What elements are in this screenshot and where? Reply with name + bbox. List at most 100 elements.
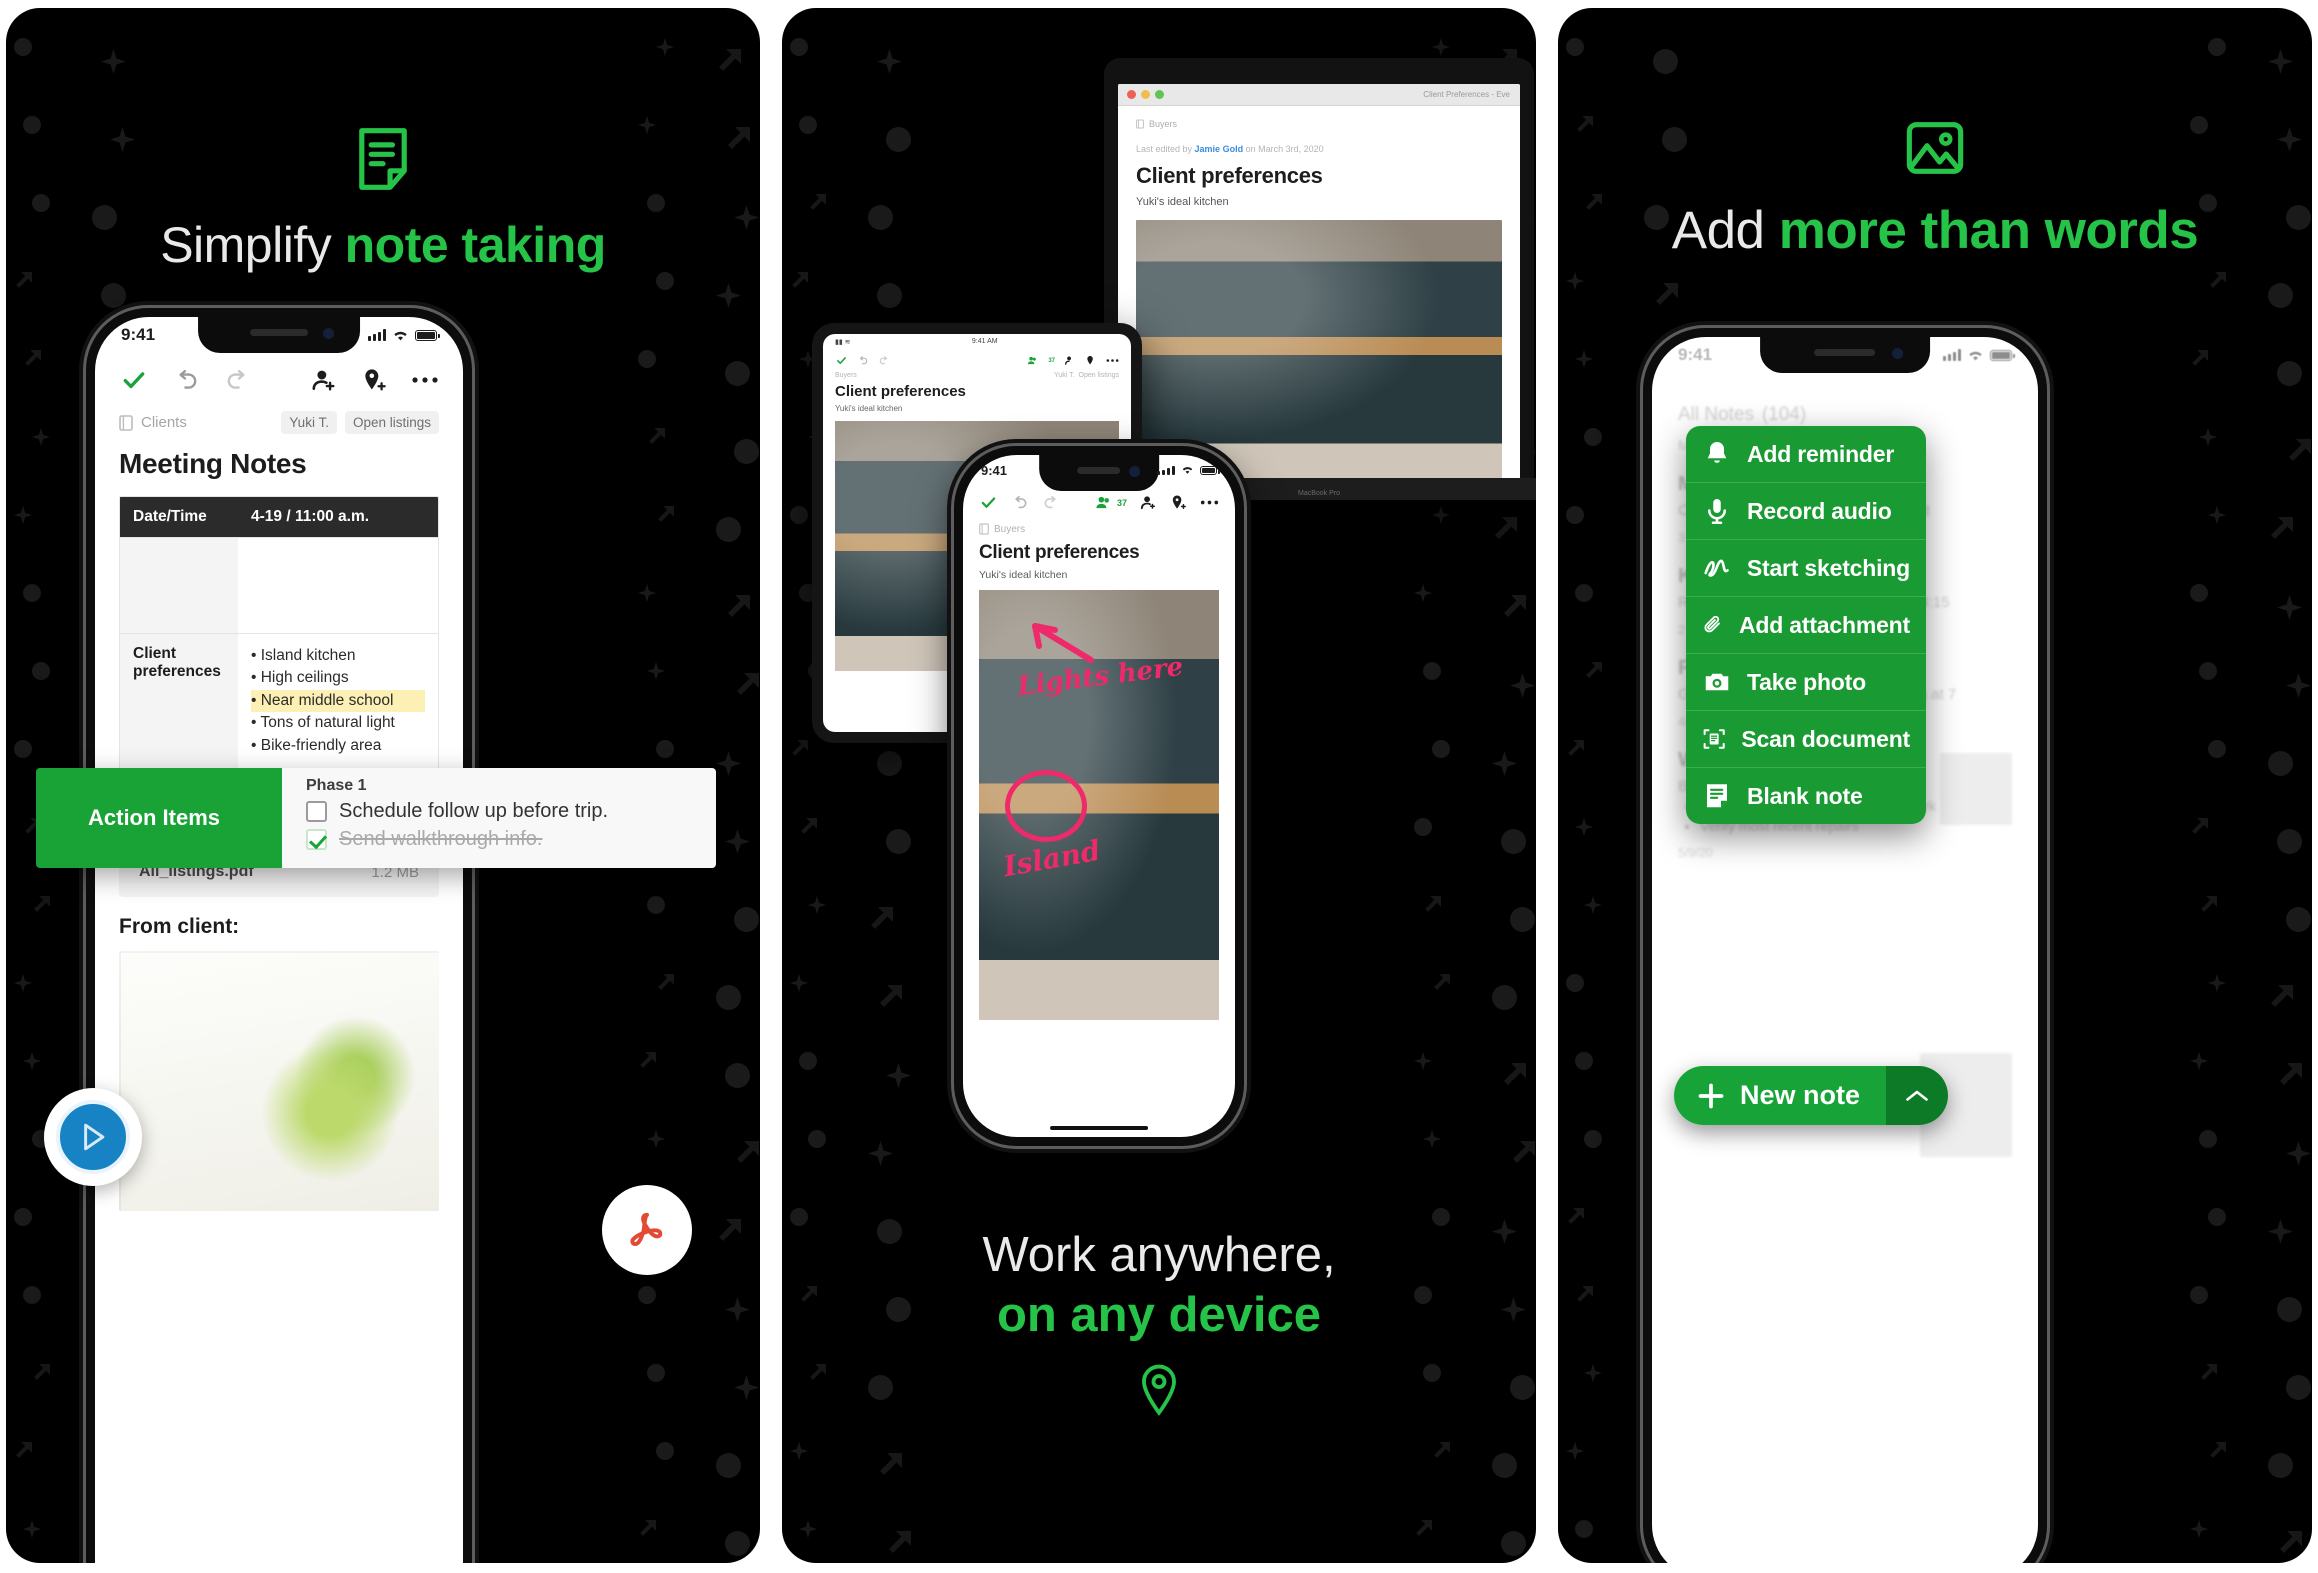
menu-item-label: Record audio [1747,497,1892,524]
checklist-item[interactable]: Schedule follow up before trip. [306,800,716,823]
note-toolbar: 37 [823,349,1131,366]
pattern-dot [656,272,674,290]
close-icon[interactable] [1127,90,1136,99]
status-time: 9:41 AM [971,338,998,345]
chip-0[interactable]: Yuki T. [1054,372,1075,379]
collaborators-icon[interactable] [1026,355,1039,366]
pattern-dia [1584,896,1602,914]
chip-0[interactable]: Yuki T. [281,411,337,434]
adobe-acrobat-badge[interactable] [602,1185,692,1275]
pattern-arw [801,818,817,834]
undo-icon[interactable] [1011,494,1029,511]
page-title: Meeting Notes [119,448,307,479]
panel2-footline: Work anywhere, on any device [782,1226,1536,1423]
chip-1[interactable]: Open listings [1079,372,1119,379]
pattern-arw [737,673,759,695]
pattern-dot [656,740,674,758]
breadcrumb[interactable]: Buyers [963,515,1235,535]
panel1-phone-device: 9:41 Clients Yuki T. Open listings Meeti… [86,308,472,1563]
pattern-dia [2208,506,2226,524]
pattern-dot [14,740,32,758]
author-link[interactable]: Jamie Gold [1195,144,1244,154]
checkbox-checked[interactable] [306,829,327,850]
pattern-dot [2277,829,2302,854]
add-person-icon[interactable] [1064,355,1076,366]
pattern-dia [2199,428,2217,446]
minimize-icon[interactable] [1141,90,1150,99]
pattern-arw [728,595,750,617]
redo-icon[interactable] [224,367,251,393]
undo-icon[interactable] [173,367,200,393]
more-icon[interactable] [1106,358,1119,363]
menu-item-start-sketching[interactable]: Start sketching [1686,540,1926,597]
collaborators-icon[interactable] [1094,494,1113,511]
pattern-dia [1575,818,1593,836]
signal-icon [1157,465,1175,475]
chip-1[interactable]: Open listings [344,411,439,434]
laptop-screen: Client Preferences - Eve Buyers Last edi… [1118,84,1520,488]
checklist-item[interactable]: Send walkthrough info. [306,828,716,851]
menu-item-add-attachment[interactable]: Add attachment [1686,597,1926,654]
menu-item-scan-document[interactable]: Scan document [1686,711,1926,768]
check-icon[interactable] [979,494,998,511]
panel1-headline: Simplify note taking [6,126,760,273]
panel1-headline-text: Simplify note taking [160,217,606,273]
pattern-dia [2190,1052,2208,1070]
pattern-dot [790,38,808,56]
undo-icon[interactable] [857,355,869,366]
image-photo-icon [1906,122,1964,174]
pattern-dia [790,974,808,992]
signal-icon [368,329,386,341]
note-table: Date/Time 4-19 / 11:00 a.m. Client prefe… [119,496,439,770]
menu-item-record-audio[interactable]: Record audio [1686,483,1926,540]
add-tag-icon[interactable] [361,367,387,393]
status-time: 9:41 [121,325,156,344]
wifi-icon [394,331,407,340]
pattern-dot [716,517,741,542]
new-note-main[interactable]: New note [1674,1066,1887,1125]
breadcrumb-label[interactable]: Buyers [835,372,857,379]
more-icon[interactable] [411,375,439,385]
pattern-dot [1501,829,1526,854]
redo-icon[interactable] [878,355,890,366]
breadcrumb[interactable]: Buyers [1136,119,1502,129]
pattern-dia [23,1052,41,1070]
action-items-title: Action Items [36,768,282,868]
add-tag-icon[interactable] [1085,355,1097,366]
menu-item-label: Start sketching [1746,554,1910,581]
add-person-icon[interactable] [1140,494,1157,511]
pattern-dot [716,1453,741,1478]
note-meta: 5/9/20 [1678,846,1713,861]
mac-window-titlebar: Client Preferences - Eve [1118,84,1520,106]
add-person-icon[interactable] [311,367,337,393]
play-audio-button[interactable] [44,1088,142,1186]
checkbox-unchecked[interactable] [306,801,327,822]
pattern-dia [877,49,902,74]
pattern-dot [2277,1297,2302,1322]
pattern-dia [2286,673,2311,698]
menu-item-blank-note[interactable]: Blank note [1686,768,1926,824]
pattern-dia [656,38,674,56]
breadcrumb[interactable]: Clients [119,414,187,431]
redo-icon[interactable] [1042,494,1060,511]
maximize-icon[interactable] [1155,90,1164,99]
menu-item-label: Add attachment [1739,611,1910,638]
bell-icon [1707,442,1727,463]
new-note-button[interactable]: New note [1674,1066,1949,1125]
menu-item-take-photo[interactable]: Take photo [1686,654,1926,711]
pattern-dia [2268,49,2293,74]
status-bar: 9:41 [1652,337,2038,373]
add-tag-icon[interactable] [1170,494,1187,511]
pattern-arw [2271,517,2293,539]
pattern-dot [1584,1130,1602,1148]
checklist-label: Schedule follow up before trip. [339,800,609,822]
pattern-arw [1586,662,1602,678]
checklist-label: Send walkthrough info. [339,828,543,850]
adobe-acrobat-icon [630,1212,663,1246]
window-title: Client Preferences - Eve [1423,90,1510,99]
check-icon[interactable] [835,355,848,366]
check-icon[interactable] [119,367,149,393]
menu-item-add-reminder[interactable]: Add reminder [1686,426,1926,483]
new-note-expand[interactable] [1886,1066,1949,1125]
more-icon[interactable] [1200,499,1219,506]
